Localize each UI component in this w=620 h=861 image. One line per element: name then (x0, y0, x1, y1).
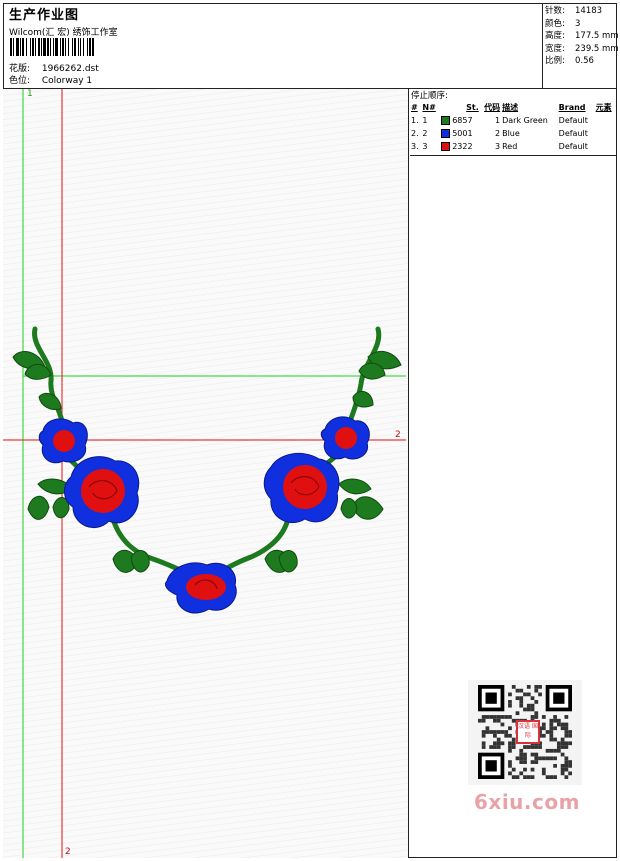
colorway-label: 色位: (9, 76, 31, 86)
table-row: 2. 2 5001 2 Blue Default (411, 129, 588, 138)
table-bottom-rule (410, 155, 616, 156)
watermark-seal: 汉语 国际 (516, 720, 540, 744)
rose-small-left (38, 418, 88, 464)
stop-sequence-table: # N# St. 代码 描述 Brand 元素 1. 1 6857 1 Dark… (410, 101, 616, 153)
color-swatch (440, 142, 450, 151)
col-code: 代码 (484, 103, 501, 112)
table-row: 3. 3 2322 3 Red Default (411, 142, 588, 151)
design-canvas: 1 2 2 (3, 89, 409, 858)
leaf (27, 495, 50, 520)
rose-small-right (320, 416, 370, 460)
leaf (38, 393, 62, 410)
design-filename: 1966262.dst (41, 64, 99, 74)
barcode (10, 38, 146, 56)
watermark-logo: 6xiu.com (474, 790, 580, 814)
left-top-vine (32, 326, 66, 437)
rose-large-right (263, 452, 340, 524)
color-swatch (440, 116, 450, 125)
col-n: N# (422, 103, 436, 112)
header-info: 生产作业图 Wilcom(汇 宏) 绣饰工作室 花版: 1966262.dst … (7, 3, 542, 89)
header: 生产作业图 Wilcom(汇 宏) 绣饰工作室 花版: 1966262.dst … (3, 3, 619, 89)
stat-colors: 颜色: 3 (545, 18, 581, 29)
table-header-row: # N# St. 代码 描述 Brand 元素 (410, 101, 616, 114)
color-swatch (440, 129, 450, 138)
embroidery-design (3, 89, 406, 858)
col-index: # (411, 103, 418, 112)
company-name: Wilcom(汇 宏) 绣饰工作室 (9, 28, 118, 38)
leaf (352, 390, 374, 408)
red-guide-label-bottom: 2 (65, 847, 71, 857)
leaf (340, 498, 358, 519)
col-description: 描述 (502, 103, 519, 112)
col-element: 元素 (595, 103, 612, 112)
leaf (338, 478, 372, 495)
rose-bottom (164, 562, 237, 614)
stat-height: 高度: 177.5 mm (545, 31, 619, 41)
stat-scale: 比例: 0.56 (545, 56, 594, 66)
col-brand: Brand (558, 103, 586, 112)
col-stitches: St. (466, 103, 479, 112)
red-guide-label-right: 2 (395, 430, 401, 440)
stat-width: 宽度: 239.5 mm (545, 43, 619, 54)
stop-sequence-title: 停止顺序: (411, 91, 448, 101)
leaf (352, 496, 384, 520)
design-row: 花版: 1966262.dst (9, 63, 99, 75)
page-title: 生产作业图 (9, 8, 80, 23)
design-label: 花版: (9, 64, 31, 74)
design-stats: 针数: 14183 颜色: 3 高度: 177.5 mm 宽度: 239.5 mm 比例… (542, 3, 619, 89)
green-guide-label: 1 (27, 89, 33, 99)
rose-large-left (64, 456, 140, 528)
stat-stitches: 针数: 14183 (545, 6, 603, 16)
file-info: 花版: 1966262.dst 色位: Colorway 1 (9, 63, 99, 87)
table-row: 1. 1 6857 1 Dark Green Default (411, 116, 588, 125)
colorway-row: 色位: Colorway 1 (9, 75, 99, 87)
colorway-value: Colorway 1 (41, 76, 93, 86)
